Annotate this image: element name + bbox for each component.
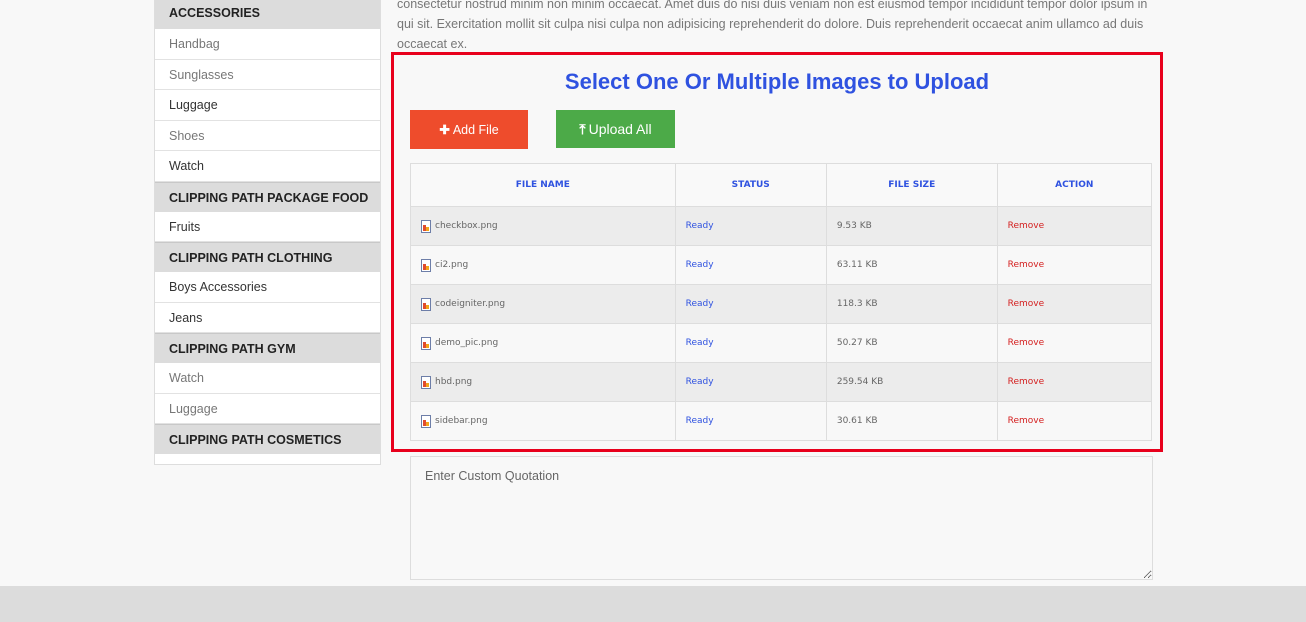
upload-all-label: Upload All <box>588 121 652 137</box>
file-status: Ready <box>674 245 827 285</box>
add-file-button[interactable]: ✚ Add File <box>410 110 528 149</box>
file-size: 63.11 KB <box>825 245 998 285</box>
category-sidebar: ACCESSORIES Handbag Sunglasses Luggage S… <box>154 0 381 465</box>
file-name: codeigniter.png <box>435 299 506 309</box>
file-name: ci2.png <box>435 260 469 270</box>
plus-icon: ✚ <box>439 123 450 137</box>
sidebar-item-boys-accessories[interactable]: Boys Accessories <box>155 272 380 303</box>
table-row: ci2.png Ready 63.11 KB Remove <box>410 245 1153 285</box>
table-row: hbd.png Ready 259.54 KB Remove <box>410 362 1153 402</box>
image-file-icon <box>421 219 431 233</box>
file-size: 30.61 KB <box>825 401 998 441</box>
table-row: sidebar.png Ready 30.61 KB Remove <box>410 401 1153 441</box>
upload-panel: Select One Or Multiple Images to Upload … <box>391 52 1163 452</box>
image-file-icon <box>421 375 431 389</box>
table-row: codeigniter.png Ready 118.3 KB Remove <box>410 284 1153 324</box>
file-size: 259.54 KB <box>825 362 998 402</box>
upload-title: Select One Or Multiple Images to Upload <box>564 69 990 94</box>
sidebar-item-luggage[interactable]: Luggage <box>155 90 380 121</box>
image-file-icon <box>421 414 431 428</box>
sidebar-item-sunglasses[interactable]: Sunglasses <box>155 59 380 90</box>
category-header-clothing: CLIPPING PATH CLOTHING <box>155 242 380 272</box>
add-file-label: Add File <box>452 122 499 137</box>
column-header-file-size: FILE SIZE <box>825 163 998 207</box>
file-status: Ready <box>674 362 827 402</box>
category-header-accessories: ACCESSORIES <box>155 0 380 29</box>
category-header-package-food: CLIPPING PATH PACKAGE FOOD <box>155 181 380 212</box>
sidebar-item-shoes[interactable]: Shoes <box>155 120 380 151</box>
column-header-status: STATUS <box>674 163 827 207</box>
sidebar-item-jeans[interactable]: Jeans <box>155 302 380 333</box>
file-size: 50.27 KB <box>825 323 998 363</box>
column-header-action: ACTION <box>996 163 1153 207</box>
file-status: Ready <box>674 284 827 324</box>
sidebar-item-fruits[interactable]: Fruits <box>155 211 380 242</box>
file-name: sidebar.png <box>435 416 488 426</box>
sidebar-item-handbag[interactable]: Handbag <box>155 29 380 60</box>
column-header-file-name: FILE NAME <box>410 163 676 207</box>
remove-link[interactable]: Remove <box>996 401 1153 441</box>
remove-link[interactable]: Remove <box>996 323 1153 363</box>
table-row: demo_pic.png Ready 50.27 KB Remove <box>410 323 1153 363</box>
image-file-icon <box>421 336 431 350</box>
footer-band <box>0 586 1306 622</box>
file-status: Ready <box>674 401 827 441</box>
remove-link[interactable]: Remove <box>996 245 1153 285</box>
intro-paragraph: consectetur nostrud minim non minim occa… <box>397 0 1148 51</box>
file-size: 9.53 KB <box>825 206 998 246</box>
file-status: Ready <box>674 206 827 246</box>
upload-all-button[interactable]: ⤒ Upload All <box>556 110 675 148</box>
sidebar-item-watch[interactable]: Watch <box>155 151 380 182</box>
image-file-icon <box>421 297 431 311</box>
image-file-icon <box>421 258 431 272</box>
file-table: FILE NAME STATUS FILE SIZE ACTION checkb… <box>410 163 1153 441</box>
remove-link[interactable]: Remove <box>996 206 1153 246</box>
file-size: 118.3 KB <box>825 284 998 324</box>
category-header-gym: CLIPPING PATH GYM <box>155 333 380 363</box>
custom-quotation-textarea[interactable] <box>410 456 1153 580</box>
table-header-row: FILE NAME STATUS FILE SIZE ACTION <box>410 163 1153 207</box>
file-status: Ready <box>674 323 827 363</box>
upload-icon: ⤒ <box>579 120 586 137</box>
sidebar-item-gym-luggage[interactable]: Luggage <box>155 393 380 424</box>
remove-link[interactable]: Remove <box>996 362 1153 402</box>
category-header-cosmetics: CLIPPING PATH COSMETICS <box>155 424 380 454</box>
file-name: hbd.png <box>435 377 473 387</box>
file-name: checkbox.png <box>435 221 498 231</box>
file-name: demo_pic.png <box>435 338 499 348</box>
remove-link[interactable]: Remove <box>996 284 1153 324</box>
table-row: checkbox.png Ready 9.53 KB Remove <box>410 206 1153 246</box>
sidebar-item-gym-watch[interactable]: Watch <box>155 363 380 394</box>
